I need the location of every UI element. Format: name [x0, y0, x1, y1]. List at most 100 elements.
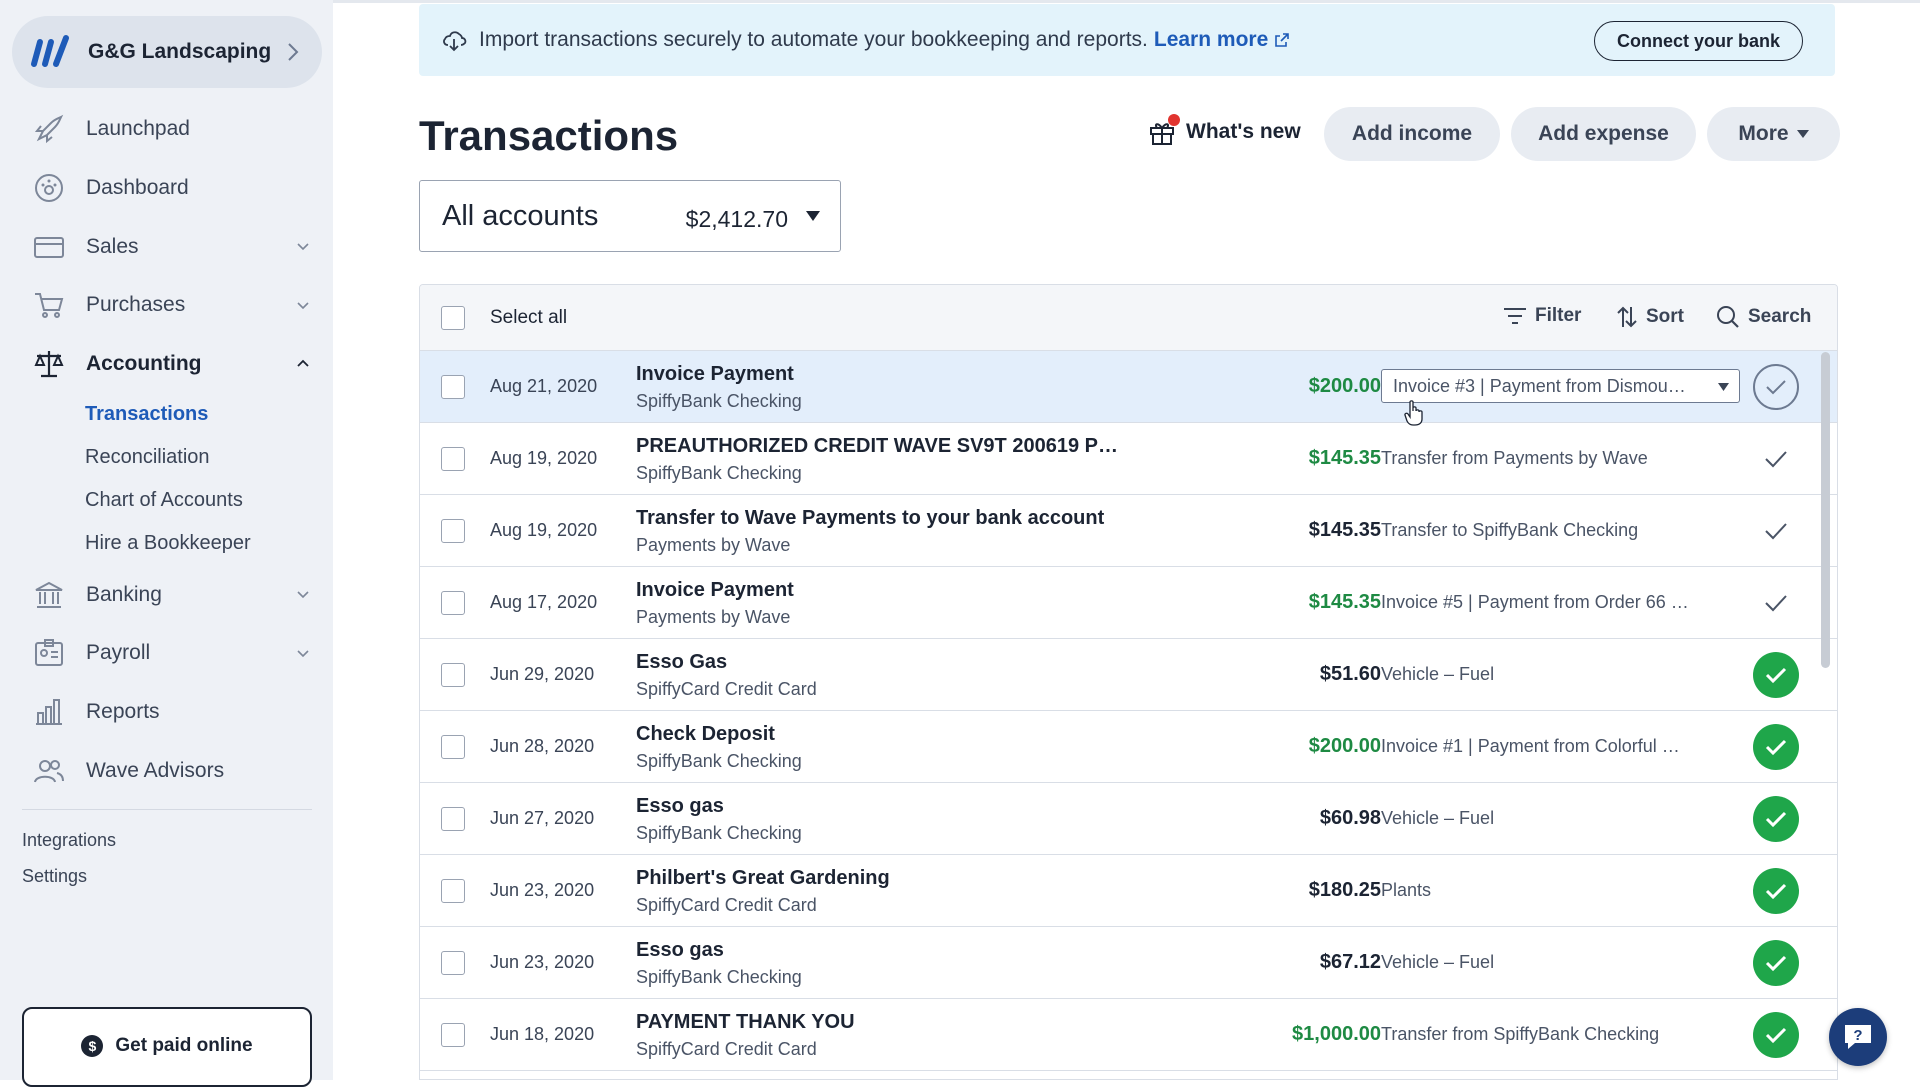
row-description[interactable]: Transfer to Wave Payments to your bank a… — [636, 507, 1104, 530]
row-category[interactable]: Invoice #1 | Payment from Colorful … — [1381, 736, 1680, 757]
row-description[interactable]: Check Deposit — [636, 723, 775, 746]
whats-new-button[interactable]: What's new — [1148, 114, 1301, 146]
row-checkbox[interactable] — [441, 1023, 465, 1047]
row-category[interactable]: Transfer to SpiffyBank Checking — [1381, 520, 1638, 541]
search-icon — [1717, 306, 1739, 328]
select-all-checkbox[interactable] — [441, 306, 465, 330]
sidebar-item-launchpad[interactable]: Launchpad — [0, 100, 333, 159]
account-selector[interactable]: All accounts $2,412.70 — [419, 180, 841, 252]
add-expense-button[interactable]: Add expense — [1511, 107, 1696, 161]
row-checkbox[interactable] — [441, 663, 465, 687]
row-description[interactable]: Esso gas — [636, 939, 724, 962]
sidebar-subitem-reconciliation[interactable]: Reconciliation — [85, 436, 333, 479]
gift-icon — [1148, 114, 1180, 146]
mark-reviewed-button[interactable] — [1753, 580, 1799, 626]
integrations-link[interactable]: Integrations — [22, 830, 116, 851]
table-row[interactable]: Jun 18, 2020 PAYMENT THANK YOU SpiffyCar… — [420, 999, 1837, 1071]
row-checkbox[interactable] — [441, 519, 465, 543]
mark-reviewed-button[interactable] — [1753, 508, 1799, 554]
row-date: Aug 17, 2020 — [490, 592, 598, 612]
row-description[interactable]: PREAUTHORIZED CREDIT WAVE SV9T 200619 P… — [636, 435, 1118, 458]
import-banner: Import transactions securely to automate… — [419, 4, 1835, 76]
row-checkbox[interactable] — [441, 879, 465, 903]
row-date: Aug 19, 2020 — [490, 448, 598, 468]
settings-link[interactable]: Settings — [22, 866, 87, 887]
get-paid-online-button[interactable]: $ Get paid online — [22, 1007, 312, 1087]
table-row[interactable]: Aug 19, 2020 PREAUTHORIZED CREDIT WAVE S… — [420, 423, 1837, 495]
row-amount: $51.60 — [1319, 663, 1381, 685]
reviewed-status[interactable] — [1753, 868, 1799, 914]
category-select-value: Invoice #3 | Payment from Dismou… — [1393, 375, 1686, 396]
row-category[interactable]: Transfer from Payments by Wave — [1381, 448, 1648, 469]
help-chat-button[interactable]: ? — [1829, 1008, 1887, 1066]
reviewed-status[interactable] — [1753, 1012, 1799, 1058]
row-description[interactable]: Invoice Payment — [636, 363, 794, 386]
row-checkbox[interactable] — [441, 447, 465, 471]
row-category[interactable]: Vehicle – Fuel — [1381, 808, 1494, 829]
row-description[interactable]: PAYMENT THANK YOU — [636, 1011, 855, 1034]
table-row[interactable]: Jun 28, 2020 Check Deposit SpiffyBank Ch… — [420, 711, 1837, 783]
row-category[interactable]: Invoice #5 | Payment from Order 66 … — [1381, 592, 1689, 613]
table-row[interactable]: Jun 27, 2020 Esso gas SpiffyBank Checkin… — [420, 783, 1837, 855]
row-checkbox[interactable] — [441, 591, 465, 615]
sidebar-item-payroll[interactable]: Payroll — [0, 624, 333, 683]
more-button[interactable]: More — [1707, 107, 1840, 161]
row-account: SpiffyBank Checking — [636, 391, 802, 411]
table-row[interactable]: Jun 23, 2020 Philbert's Great Gardening … — [420, 855, 1837, 927]
sidebar-item-banking[interactable]: Banking — [0, 565, 333, 624]
row-account: SpiffyCard Credit Card — [636, 895, 817, 915]
table-row[interactable]: Aug 21, 2020 Invoice Payment SpiffyBank … — [420, 351, 1837, 423]
sidebar-item-wave-advisors[interactable]: Wave Advisors — [0, 742, 333, 801]
sidebar-item-accounting[interactable]: Accounting — [0, 335, 333, 394]
row-description[interactable]: Invoice Payment — [636, 579, 794, 602]
select-all-label[interactable]: Select all — [490, 307, 567, 329]
check-icon — [1765, 667, 1787, 684]
add-income-button[interactable]: Add income — [1324, 107, 1500, 161]
mark-reviewed-button[interactable] — [1753, 364, 1799, 410]
caret-down-icon — [1718, 383, 1729, 391]
reviewed-status[interactable] — [1753, 724, 1799, 770]
chevron-up-icon — [297, 359, 309, 367]
sidebar-subitem-chart-of-accounts[interactable]: Chart of Accounts — [85, 479, 333, 522]
table-row[interactable]: Aug 19, 2020 Transfer to Wave Payments t… — [420, 495, 1837, 567]
reviewed-status[interactable] — [1753, 940, 1799, 986]
sidebar-item-label: Reports — [86, 700, 160, 724]
sidebar-item-purchases[interactable]: Purchases — [0, 276, 333, 335]
reviewed-status[interactable] — [1753, 796, 1799, 842]
sidebar: G&G Landscaping Launchpad Dashboard Sale… — [0, 0, 333, 1087]
row-checkbox[interactable] — [441, 735, 465, 759]
external-link-icon[interactable] — [1274, 32, 1290, 48]
cart-icon — [32, 288, 66, 322]
row-category[interactable]: Vehicle – Fuel — [1381, 664, 1494, 685]
table-row[interactable]: Aug 17, 2020 Invoice Payment Payments by… — [420, 567, 1837, 639]
row-checkbox[interactable] — [441, 375, 465, 399]
row-description[interactable]: Philbert's Great Gardening — [636, 867, 890, 890]
category-select[interactable]: Invoice #3 | Payment from Dismou… — [1381, 369, 1740, 403]
sidebar-item-dashboard[interactable]: Dashboard — [0, 159, 333, 218]
learn-more-link[interactable]: Learn more — [1154, 28, 1268, 51]
reviewed-status[interactable] — [1753, 652, 1799, 698]
business-switcher[interactable]: G&G Landscaping — [12, 16, 322, 88]
mark-reviewed-button[interactable] — [1753, 436, 1799, 482]
check-icon — [1765, 595, 1787, 612]
sort-button[interactable]: Sort — [1616, 305, 1684, 329]
sidebar-subitem-hire-bookkeeper[interactable]: Hire a Bookkeeper — [85, 522, 333, 565]
banner-text: Import transactions securely to automate… — [479, 28, 1268, 52]
sidebar-item-reports[interactable]: Reports — [0, 683, 333, 742]
filter-button[interactable]: Filter — [1503, 305, 1581, 327]
search-button[interactable]: Search — [1716, 305, 1811, 329]
hand-pointer-icon — [1404, 400, 1423, 426]
row-checkbox[interactable] — [441, 807, 465, 831]
table-row[interactable]: Jun 29, 2020 Esso Gas SpiffyCard Credit … — [420, 639, 1837, 711]
row-category[interactable]: Vehicle – Fuel — [1381, 952, 1494, 973]
row-checkbox[interactable] — [441, 951, 465, 975]
row-description[interactable]: Esso gas — [636, 795, 724, 818]
connect-bank-button[interactable]: Connect your bank — [1593, 21, 1803, 61]
row-category[interactable]: Transfer from SpiffyBank Checking — [1381, 1024, 1659, 1045]
sidebar-subitem-transactions[interactable]: Transactions — [85, 393, 333, 436]
sidebar-item-sales[interactable]: Sales — [0, 217, 333, 276]
table-row[interactable]: Jun 23, 2020 Esso gas SpiffyBank Checkin… — [420, 927, 1837, 999]
table-scrollbar[interactable] — [1821, 352, 1830, 668]
row-description[interactable]: Esso Gas — [636, 651, 727, 674]
row-category[interactable]: Plants — [1381, 880, 1431, 901]
